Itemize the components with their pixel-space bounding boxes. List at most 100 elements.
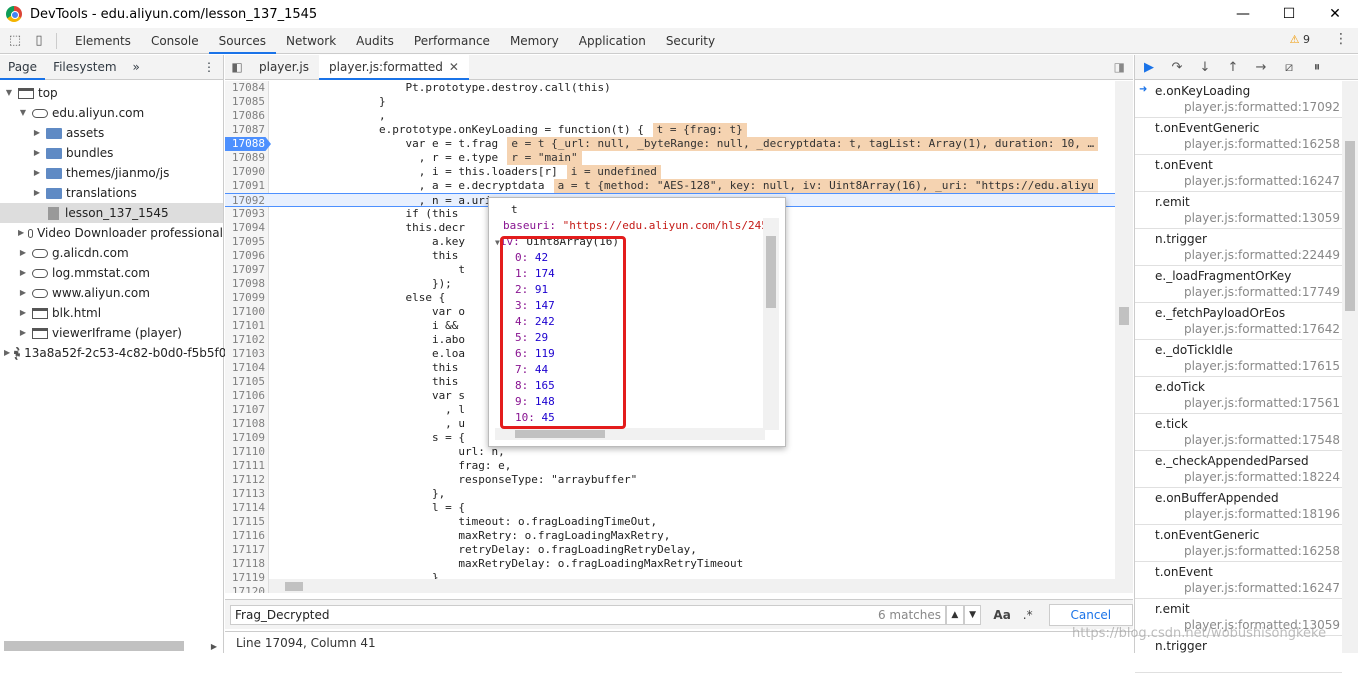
- line-number[interactable]: 17110: [225, 445, 265, 459]
- close-tab-icon[interactable]: ✕: [449, 60, 459, 74]
- tree-arrow-icon[interactable]: ▶: [18, 263, 28, 283]
- line-number[interactable]: 17091: [225, 179, 265, 193]
- minimize-button[interactable]: —: [1220, 0, 1266, 28]
- call-frame[interactable]: e._checkAppendedParsed player.js:formatte…: [1135, 451, 1342, 488]
- navigator-scrollbar[interactable]: [4, 641, 184, 651]
- line-number[interactable]: 17108: [225, 417, 265, 431]
- line-number[interactable]: 17115: [225, 515, 265, 529]
- frame-location[interactable]: player.js:formatted:17548: [1184, 433, 1340, 447]
- code-line[interactable]: 17090 , i = this.loaders[r] i = undefined: [225, 165, 1133, 179]
- step-icon[interactable]: →: [1247, 60, 1275, 75]
- regex-button[interactable]: .*: [1023, 608, 1033, 622]
- close-window-button[interactable]: ✕: [1312, 0, 1358, 28]
- line-number[interactable]: 17105: [225, 375, 265, 389]
- popover-vertical-scrollbar[interactable]: [763, 218, 779, 430]
- line-number[interactable]: 17119: [225, 571, 265, 585]
- call-frame[interactable]: t.onEvent player.js:formatted:16247: [1135, 562, 1342, 599]
- frame-location[interactable]: player.js:formatted:17092: [1184, 100, 1340, 114]
- maximize-button[interactable]: ☐: [1266, 0, 1312, 28]
- frame-location[interactable]: player.js:formatted:13059: [1184, 211, 1340, 225]
- tab-sources[interactable]: Sources: [208, 28, 277, 54]
- deactivate-breakpoints-icon[interactable]: ⧄: [1275, 60, 1303, 75]
- line-number[interactable]: 17114: [225, 501, 265, 515]
- breakpoint-marker[interactable]: 17088: [225, 137, 271, 151]
- warnings-badge[interactable]: ⚠ 9: [1290, 33, 1310, 46]
- call-frame[interactable]: e.doTick player.js:formatted:17561: [1135, 377, 1342, 414]
- baseuri-row[interactable]: baseuri: "https://edu.aliyun.com/hls/245: [495, 218, 765, 234]
- code-vertical-scrollbar[interactable]: [1115, 81, 1133, 593]
- tree-item[interactable]: ▼ edu.aliyun.com: [0, 103, 223, 123]
- navigator-menu-icon[interactable]: ⋮: [195, 55, 223, 80]
- code-line[interactable]: 17115 timeout: o.fragLoadingTimeOut,: [225, 515, 1133, 529]
- frame-location[interactable]: player.js:formatted:16247: [1184, 581, 1340, 595]
- inspect-element-icon[interactable]: ⬚: [6, 32, 24, 50]
- frame-location[interactable]: player.js:formatted:18196: [1184, 507, 1340, 521]
- call-frame[interactable]: e._fetchPayloadOrEos player.js:formatted:…: [1135, 303, 1342, 340]
- search-input[interactable]: Frag_Decrypted 6 matches: [230, 604, 947, 625]
- step-into-icon[interactable]: ↓: [1191, 60, 1219, 75]
- step-over-icon[interactable]: ↷: [1163, 60, 1191, 75]
- tree-item[interactable]: ▶ www.aliyun.com: [0, 283, 223, 303]
- call-frame[interactable]: e._loadFragmentOrKey player.js:formatted:…: [1135, 266, 1342, 303]
- call-frame[interactable]: ➜ e.onKeyLoading player.js:formatted:17092: [1135, 81, 1342, 118]
- tab-console[interactable]: Console: [141, 28, 209, 54]
- tree-arrow-icon[interactable]: ▶: [18, 223, 24, 243]
- tree-arrow-icon[interactable]: ▶: [32, 123, 42, 143]
- tab-performance[interactable]: Performance: [404, 28, 500, 54]
- code-line[interactable]: 17113 },: [225, 487, 1133, 501]
- call-frame[interactable]: r.emit player.js:formatted:13059: [1135, 192, 1342, 229]
- tree-item[interactable]: ▶ assets: [0, 123, 223, 143]
- line-number[interactable]: 17089: [225, 151, 265, 165]
- toggle-debugger-icon[interactable]: ◨: [1114, 60, 1125, 74]
- call-frame[interactable]: t.onEventGeneric player.js:formatted:1625…: [1135, 118, 1342, 155]
- frame-location[interactable]: player.js:formatted:17561: [1184, 396, 1340, 410]
- tree-arrow-icon[interactable]: ▼: [4, 83, 14, 103]
- frame-location[interactable]: player.js:formatted:17749: [1184, 285, 1340, 299]
- call-frame[interactable]: t.onEventGeneric player.js:formatted:1625…: [1135, 525, 1342, 562]
- line-number[interactable]: 17111: [225, 459, 265, 473]
- tree-item[interactable]: ▶ blk.html: [0, 303, 223, 323]
- sidebar-scrollbar[interactable]: [1342, 81, 1358, 653]
- scroll-thumb[interactable]: [515, 430, 605, 438]
- line-number[interactable]: 17097: [225, 263, 265, 277]
- code-line[interactable]: 17088 var e = t.frag e = t {_url: null, _…: [225, 137, 1133, 151]
- line-number[interactable]: 17090: [225, 165, 265, 179]
- call-frame[interactable]: e.tick player.js:formatted:17548: [1135, 414, 1342, 451]
- resume-icon[interactable]: ▶: [1135, 60, 1163, 75]
- tab-application[interactable]: Application: [569, 28, 656, 54]
- code-line[interactable]: 17086 ,: [225, 109, 1133, 123]
- frame-location[interactable]: player.js:formatted:16247: [1184, 174, 1340, 188]
- frame-location[interactable]: player.js:formatted:22449: [1184, 248, 1340, 262]
- line-number[interactable]: 17093: [225, 207, 265, 221]
- call-frame[interactable]: e._doTickIdle player.js:formatted:17615: [1135, 340, 1342, 377]
- code-line[interactable]: 17110 url: n,: [225, 445, 1133, 459]
- tree-item[interactable]: ▶ translations: [0, 183, 223, 203]
- code-line[interactable]: 17091 , a = e.decryptdata a = t {method: …: [225, 179, 1133, 193]
- line-number[interactable]: 17112: [225, 473, 265, 487]
- tree-item[interactable]: ▼ top: [0, 83, 223, 103]
- code-horizontal-scrollbar[interactable]: [269, 579, 1115, 593]
- code-line[interactable]: 17116 maxRetry: o.fragLoadingMaxRetry,: [225, 529, 1133, 543]
- line-number[interactable]: 17099: [225, 291, 265, 305]
- line-number[interactable]: 17103: [225, 347, 265, 361]
- tab-player-js-formatted[interactable]: player.js:formatted ✕: [319, 54, 469, 80]
- tree-item[interactable]: lesson_137_1545: [0, 203, 223, 223]
- line-number[interactable]: 17106: [225, 389, 265, 403]
- code-line[interactable]: 17084 Pt.prototype.destroy.call(this): [225, 81, 1133, 95]
- tab-memory[interactable]: Memory: [500, 28, 569, 54]
- tab-filesystem[interactable]: Filesystem: [45, 55, 124, 80]
- scroll-thumb[interactable]: [285, 582, 303, 591]
- popover-horizontal-scrollbar[interactable]: [495, 428, 765, 440]
- line-number[interactable]: 17087: [225, 123, 265, 137]
- line-number[interactable]: 17095: [225, 235, 265, 249]
- code-line[interactable]: 17114 l = {: [225, 501, 1133, 515]
- tree-arrow-icon[interactable]: ▶: [32, 143, 42, 163]
- frame-location[interactable]: player.js:formatted:18224: [1184, 470, 1340, 484]
- tab-player-js[interactable]: player.js: [249, 55, 319, 80]
- tab-network[interactable]: Network: [276, 28, 346, 54]
- tree-arrow-icon[interactable]: ▶: [32, 183, 42, 203]
- scroll-right-icon[interactable]: ▶: [211, 642, 217, 651]
- pause-on-exceptions-icon[interactable]: ⏸: [1303, 60, 1331, 75]
- tree-arrow-icon[interactable]: ▶: [4, 343, 10, 363]
- line-number[interactable]: 17101: [225, 319, 265, 333]
